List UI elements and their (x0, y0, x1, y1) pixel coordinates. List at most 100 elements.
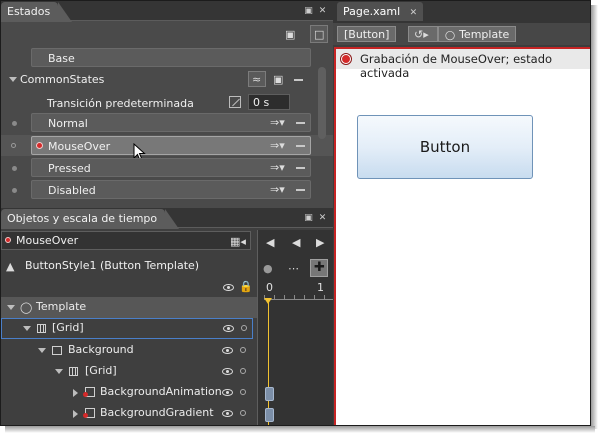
tree-row-grid[interactable]: [Grid] (1, 318, 253, 339)
keyframe-marker[interactable] (265, 387, 274, 401)
tree-item-label: BackgroundAnimation (100, 385, 222, 398)
lock-toggle-icon[interactable] (240, 368, 246, 374)
base-state-row[interactable]: Base (31, 48, 311, 67)
recording-dot-icon (36, 142, 43, 149)
lock-toggle-icon[interactable] (241, 325, 247, 331)
storyboard-picker[interactable]: MouseOver ▦◂ (1, 231, 251, 250)
remove-group-icon[interactable] (294, 79, 303, 81)
objects-panel-title: Objetos y escala de tiempo (7, 212, 158, 225)
states-scrollbar[interactable] (318, 67, 326, 139)
expand-icon[interactable] (73, 410, 78, 418)
artboard[interactable]: Grabación de MouseOver; estado activada … (334, 47, 590, 425)
lock-toggle-icon[interactable] (240, 389, 246, 395)
tree-item-label: Background (68, 343, 134, 356)
add-transition-icon[interactable]: ⇒▾ (270, 184, 285, 195)
state-row-disabled[interactable]: Disabled ⇒▾ (31, 180, 311, 199)
template-icon: ◯ (445, 31, 456, 41)
tree-item-label: [Grid] (85, 364, 117, 377)
recording-dot-icon (5, 237, 11, 243)
breadcrumb-button[interactable]: [Button] (337, 26, 397, 42)
lock-toggle-icon[interactable] (240, 347, 246, 353)
visibility-eye-icon[interactable] (222, 389, 233, 396)
template-icon: ◯ (20, 301, 33, 314)
storyboard-options-icon[interactable]: ▦◂ (230, 236, 246, 247)
transition-duration-value: 0 s (253, 96, 270, 109)
recording-message: Grabación de MouseOver; estado activada (360, 52, 553, 80)
remove-state-icon[interactable] (296, 167, 305, 169)
timeline-area[interactable]: ◀ ◀ ▶ ● ⋯ ✚ 0 1 (257, 230, 334, 425)
state-label: Disabled (48, 184, 96, 197)
preview-button[interactable]: Button (357, 115, 533, 179)
snapping-icon[interactable]: ⋯ (288, 263, 299, 274)
lock-all-icon[interactable]: 🔒 (239, 281, 253, 292)
add-transition-icon[interactable]: ⇒▾ (270, 162, 285, 173)
state-row-normal[interactable]: Normal ⇒▾ (31, 113, 311, 132)
document-tab-label: Page.xaml (343, 5, 401, 18)
visibility-eye-icon[interactable] (222, 410, 233, 417)
close-tab-icon[interactable]: ✕ (410, 8, 418, 18)
state-label: Pressed (48, 162, 91, 175)
state-indicator-dot (12, 188, 17, 193)
scope-up-icon[interactable]: ▲ (6, 261, 14, 272)
tree-item-label: [Grid] (52, 321, 84, 334)
zoom-timeline-button[interactable]: ✚ (310, 259, 328, 277)
state-row-pressed[interactable]: Pressed ⇒▾ (31, 158, 311, 177)
states-panel-title: Estados (7, 5, 51, 18)
recording-banner: Grabación de MouseOver; estado activada (336, 49, 590, 80)
close-icon[interactable]: ✕ (318, 7, 327, 16)
breadcrumb-template[interactable]: ◯ Template (438, 26, 517, 42)
add-state-icon[interactable]: ▣ (273, 74, 283, 85)
remove-state-icon[interactable] (296, 122, 305, 124)
easing-button[interactable]: ≈ (248, 71, 266, 87)
state-group-name: CommonStates (20, 73, 105, 86)
add-transition-icon[interactable]: ⇒▾ (270, 140, 285, 151)
tree-row-template[interactable]: ◯ Template (1, 297, 257, 318)
previous-frame-icon[interactable]: ◀ (292, 237, 300, 248)
close-icon[interactable]: ✕ (318, 214, 327, 223)
tree-row-background-gradient[interactable]: BackgroundGradient (1, 403, 257, 424)
play-icon[interactable]: ▶ (316, 237, 324, 248)
easing-function-icon[interactable] (229, 96, 241, 108)
state-indicator-dot (11, 143, 16, 148)
objects-panel-tab[interactable]: Objetos y escala de tiempo (1, 209, 180, 229)
tree-row-inner-grid[interactable]: [Grid] (1, 361, 257, 382)
states-panel-tab[interactable]: Estados (1, 2, 73, 22)
visibility-eye-icon[interactable] (222, 347, 233, 354)
storyboard-name: MouseOver (16, 234, 79, 247)
go-to-first-frame-icon[interactable]: ◀ (266, 237, 274, 248)
add-transition-icon[interactable]: ⇒▾ (270, 117, 285, 128)
show-all-eye-icon[interactable] (223, 284, 234, 291)
state-row-mouseover[interactable]: MouseOver ⇒▾ (31, 136, 311, 155)
visibility-eye-icon[interactable] (223, 325, 234, 332)
collapse-icon[interactable] (38, 348, 46, 353)
add-state-group-button[interactable]: □ (310, 25, 328, 43)
add-state-group-icon[interactable]: ▣ (285, 29, 295, 40)
document-tab[interactable]: Page.xaml ✕ (337, 2, 424, 21)
collapse-group-icon[interactable] (9, 77, 17, 82)
state-group-icon: □ (314, 28, 325, 41)
lock-toggle-icon[interactable] (240, 410, 246, 416)
tree-row-background-animation[interactable]: BackgroundAnimation (1, 382, 257, 403)
collapse-icon[interactable] (23, 326, 31, 331)
collapse-icon[interactable] (55, 369, 63, 374)
pin-icon[interactable]: ▣ (304, 214, 313, 223)
blend-window: Estados ▣ ✕ ▣ □ Base CommonStates ≈ ▣ Tr… (0, 0, 591, 426)
return-scope-icon: ↺▸ (414, 28, 429, 41)
tree-row-background[interactable]: Background (1, 340, 257, 361)
return-scope-button[interactable]: ↺▸ (408, 26, 438, 42)
rectangle-icon (83, 387, 95, 397)
recording-icon[interactable] (341, 54, 351, 64)
remove-state-icon[interactable] (296, 145, 305, 147)
breadcrumb: [Button] ↺▸ ◯ Template (333, 23, 590, 45)
record-keyframe-icon[interactable]: ● (263, 263, 273, 274)
expand-icon[interactable] (73, 389, 78, 397)
transition-duration-input[interactable]: 0 s (248, 94, 290, 110)
state-indicator-dot (12, 121, 17, 126)
default-transition-label: Transición predeterminada (47, 97, 194, 110)
visibility-eye-icon[interactable] (222, 368, 233, 375)
remove-state-icon[interactable] (296, 189, 305, 191)
collapse-icon[interactable] (7, 305, 15, 310)
states-panel: Estados ▣ ✕ ▣ □ Base CommonStates ≈ ▣ Tr… (1, 1, 333, 208)
pin-icon[interactable]: ▣ (304, 7, 313, 16)
keyframe-marker[interactable] (265, 408, 274, 422)
